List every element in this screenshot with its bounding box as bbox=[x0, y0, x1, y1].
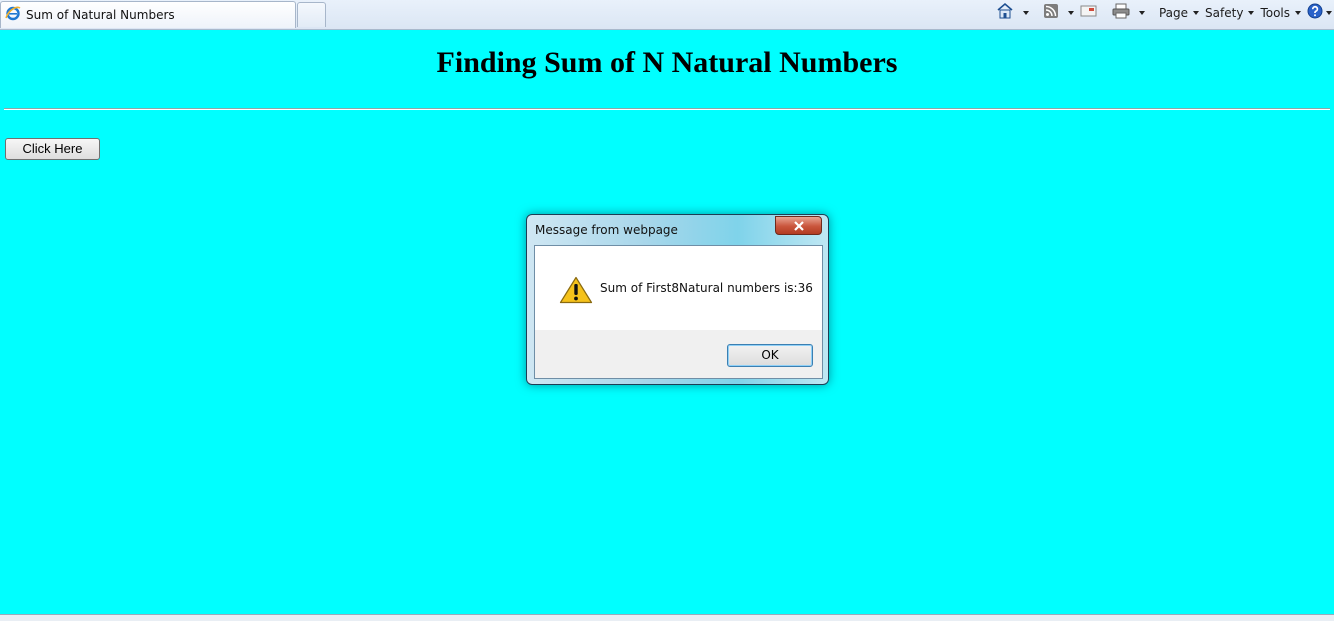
home-icon bbox=[996, 2, 1014, 24]
status-bar bbox=[0, 614, 1334, 621]
alert-dialog: Message from webpage Sum of First8Natura… bbox=[526, 214, 829, 385]
dialog-title: Message from webpage bbox=[535, 223, 678, 237]
read-mail-button[interactable] bbox=[1077, 2, 1101, 24]
help-icon bbox=[1307, 3, 1323, 24]
dialog-message: Sum of First8Natural numbers is:36 bbox=[600, 281, 813, 295]
click-here-button[interactable]: Click Here bbox=[5, 138, 100, 160]
close-icon bbox=[793, 220, 805, 231]
chevron-down-icon bbox=[1248, 11, 1255, 15]
ok-button[interactable]: OK bbox=[727, 344, 813, 367]
help-button[interactable] bbox=[1304, 2, 1334, 24]
chevron-down-icon[interactable] bbox=[1067, 11, 1074, 15]
tools-menu-label: Tools bbox=[1260, 6, 1290, 20]
chevron-down-icon bbox=[1193, 11, 1200, 15]
read-mail-icon bbox=[1080, 4, 1098, 23]
dialog-footer: OK bbox=[535, 330, 822, 378]
command-bar: Page Safety Tools bbox=[993, 2, 1334, 24]
safety-menu-label: Safety bbox=[1205, 6, 1244, 20]
browser-tab[interactable]: Sum of Natural Numbers bbox=[0, 1, 296, 28]
warning-icon bbox=[559, 276, 593, 304]
dialog-close-button[interactable] bbox=[775, 216, 822, 235]
ie-logo-icon bbox=[5, 5, 21, 26]
new-tab-button[interactable] bbox=[297, 2, 326, 27]
page-menu[interactable]: Page bbox=[1156, 2, 1202, 24]
tab-title: Sum of Natural Numbers bbox=[26, 8, 175, 22]
chevron-down-icon[interactable] bbox=[1138, 11, 1145, 15]
print-button[interactable] bbox=[1109, 2, 1148, 24]
page-menu-label: Page bbox=[1158, 6, 1189, 20]
safety-menu[interactable]: Safety bbox=[1202, 2, 1257, 24]
dialog-message-area: Sum of First8Natural numbers is:36 bbox=[535, 246, 822, 330]
feeds-button[interactable] bbox=[1040, 2, 1077, 24]
chevron-down-icon bbox=[1295, 11, 1301, 15]
home-button[interactable] bbox=[993, 2, 1032, 24]
tools-menu[interactable]: Tools bbox=[1257, 2, 1304, 24]
dialog-body: Sum of First8Natural numbers is:36 OK bbox=[534, 245, 823, 379]
rss-feed-icon bbox=[1043, 3, 1059, 24]
print-icon bbox=[1112, 3, 1130, 24]
chevron-down-icon bbox=[1326, 11, 1332, 15]
page-heading: Finding Sum of N Natural Numbers bbox=[436, 46, 898, 79]
browser-toolbar: Sum of Natural Numbers Page Safety Tools bbox=[0, 0, 1334, 30]
horizontal-rule bbox=[4, 108, 1330, 110]
chevron-down-icon[interactable] bbox=[1022, 11, 1029, 15]
